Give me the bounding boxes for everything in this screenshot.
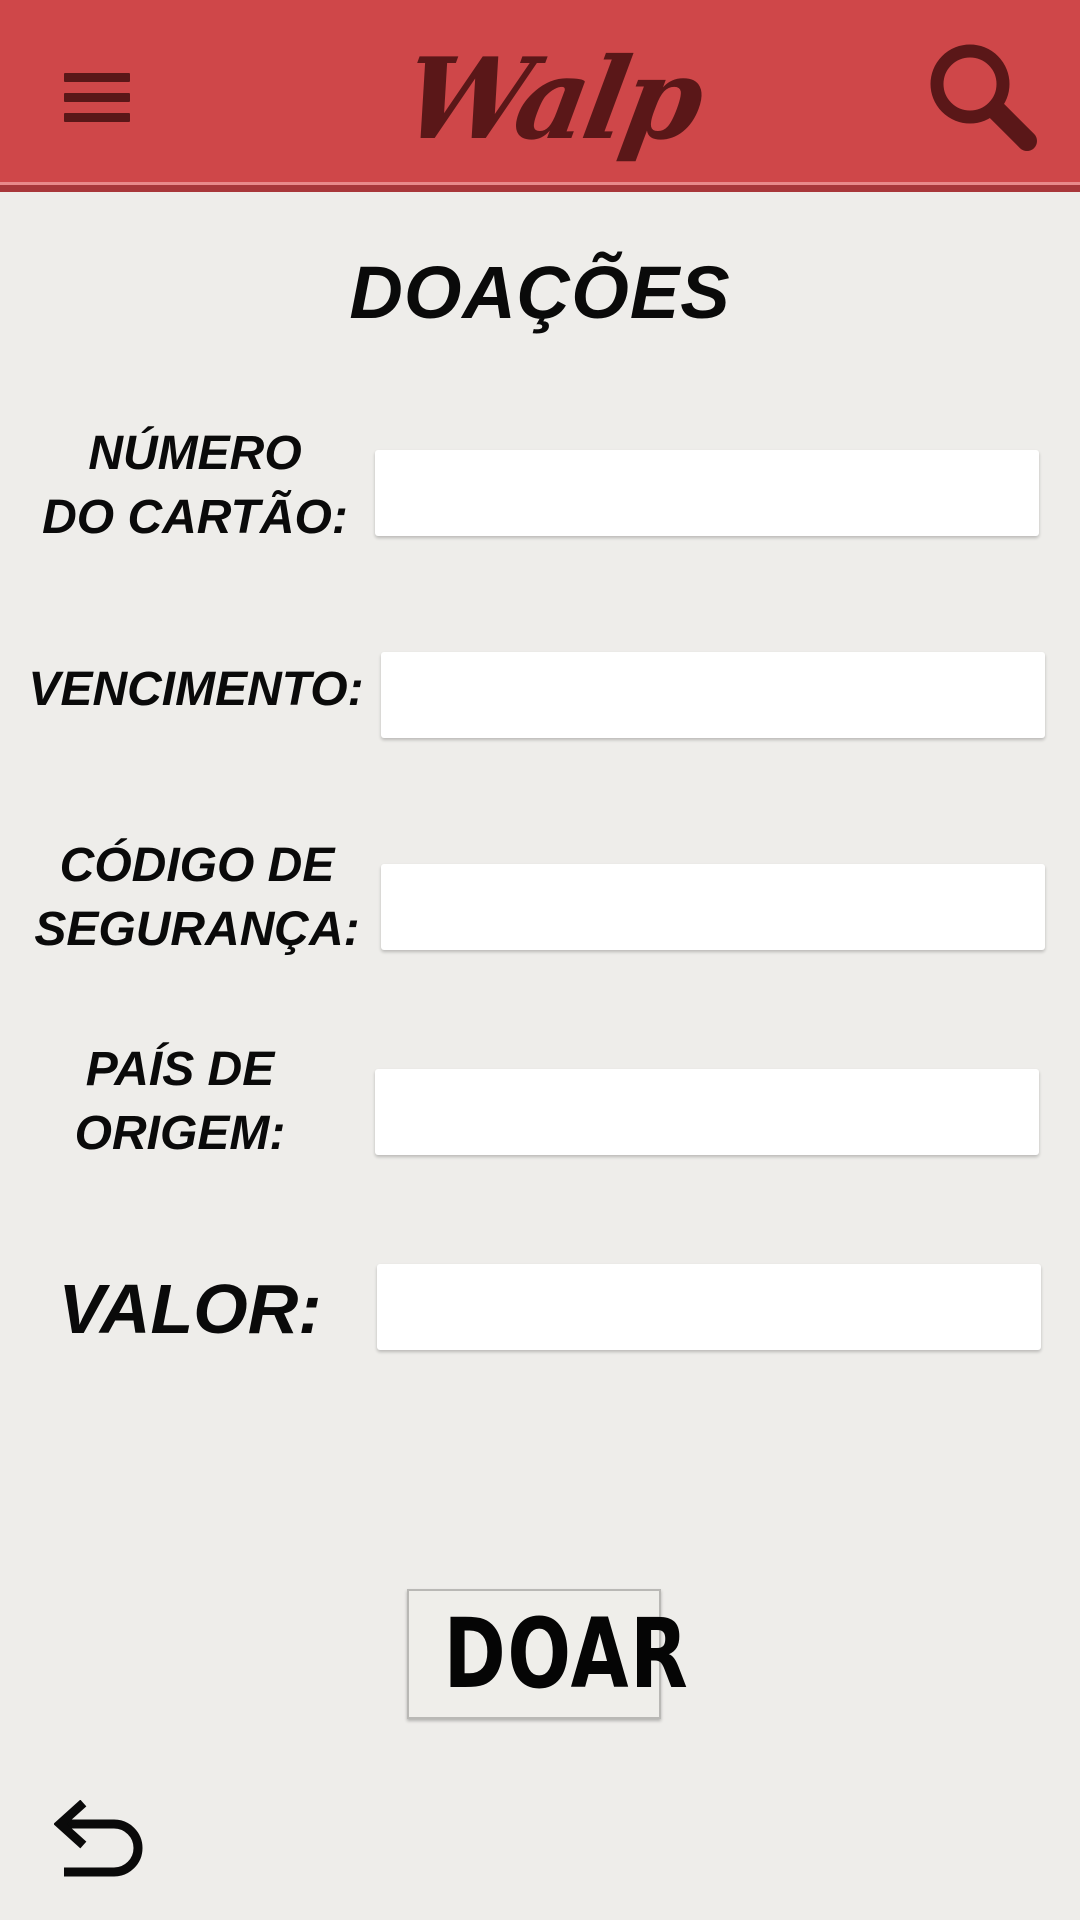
security-code-input[interactable]	[381, 864, 1045, 950]
card-number-label: NÚMERO DO CARTÃO:	[42, 427, 348, 544]
country-label: PAÍS DE ORIGEM:	[74, 1043, 286, 1160]
search-icon[interactable]	[928, 42, 1040, 154]
expiry-label: VENCIMENTO:	[28, 663, 364, 716]
country-input[interactable]	[375, 1069, 1039, 1155]
page-title: DOAÇÕES	[349, 251, 731, 334]
menu-line	[64, 73, 130, 82]
back-arrow-graphic	[53, 1799, 143, 1877]
expiry-input[interactable]	[381, 652, 1045, 738]
menu-line	[64, 113, 130, 122]
amount-input[interactable]	[377, 1264, 1041, 1350]
amount-label: VALOR:	[58, 1270, 322, 1348]
donate-button[interactable]: DOAR	[407, 1589, 688, 1719]
back-arrow-icon[interactable]	[53, 1799, 154, 1886]
app-logo: Walp	[393, 34, 711, 165]
hamburger-menu-icon[interactable]	[64, 73, 132, 125]
app-bar: Walp	[0, 0, 1080, 192]
search-icon-graphic	[930, 44, 1037, 151]
card-number-input[interactable]	[375, 450, 1039, 536]
donate-button-label: DOAR	[443, 1598, 690, 1710]
security-code-label: CÓDIGO DE SEGURANÇA:	[34, 839, 360, 956]
menu-line	[64, 93, 130, 102]
